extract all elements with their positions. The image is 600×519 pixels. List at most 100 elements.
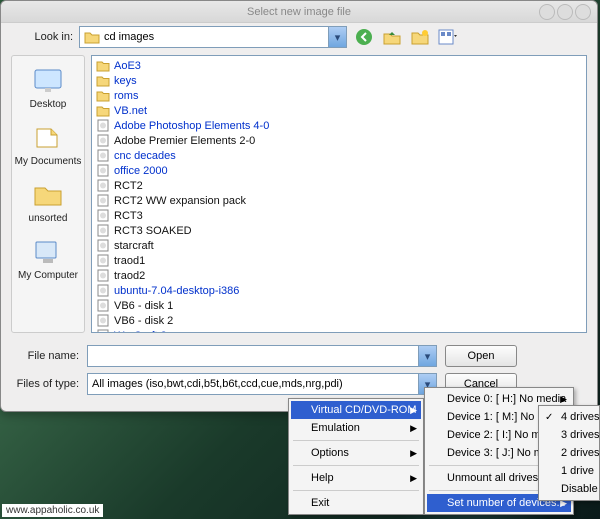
sidebar-item-computer[interactable]: My Computer xyxy=(14,233,82,284)
file-name: cnc decades xyxy=(114,150,176,162)
file-item[interactable]: WarCraft 3 xyxy=(94,328,584,333)
view-mode-button[interactable] xyxy=(437,26,459,48)
chevron-down-icon[interactable]: ▾ xyxy=(418,346,436,366)
dialog-title: Select new image file xyxy=(247,6,351,18)
menu-item[interactable]: Options▶ xyxy=(291,444,421,462)
file-item[interactable]: traod1 xyxy=(94,253,584,268)
menu-item[interactable]: 2 drives xyxy=(541,444,597,462)
folder-icon xyxy=(96,104,110,118)
files-of-type-combo[interactable]: All images (iso,bwt,cdi,b5t,b6t,ccd,cue,… xyxy=(87,373,437,395)
menu-item[interactable]: ✓4 drives xyxy=(541,408,597,426)
file-item[interactable]: VB6 - disk 1 xyxy=(94,298,584,313)
file-name: traod2 xyxy=(114,270,145,282)
documents-icon xyxy=(32,122,64,154)
look-in-value: cd images xyxy=(104,31,154,43)
file-name: VB6 - disk 2 xyxy=(114,315,173,327)
menu-item-label: Virtual CD/DVD-ROM xyxy=(311,404,417,416)
file-item[interactable]: RCT2 xyxy=(94,178,584,193)
disc-image-icon xyxy=(96,254,110,268)
menu-item[interactable]: Emulation▶ xyxy=(291,419,421,437)
menu-separator xyxy=(293,440,419,441)
file-name: traod1 xyxy=(114,255,145,267)
check-icon: ✓ xyxy=(545,412,553,423)
file-item[interactable]: cnc decades xyxy=(94,148,584,163)
file-name: VB6 - disk 1 xyxy=(114,300,173,312)
menu-item-label: Help xyxy=(311,472,334,484)
sidebar-item-desktop[interactable]: Desktop xyxy=(14,62,82,113)
menu-item[interactable]: Exit xyxy=(291,494,421,512)
menu-item-label: 2 drives xyxy=(561,447,600,459)
files-of-type-label: Files of type: xyxy=(11,378,79,390)
file-item[interactable]: keys xyxy=(94,73,584,88)
file-name: keys xyxy=(114,75,137,87)
sidebar-item-label: My Computer xyxy=(14,270,82,281)
disc-image-icon xyxy=(96,119,110,133)
titlebar[interactable]: Select new image file xyxy=(1,1,597,23)
file-list[interactable]: AoE3 keys roms VB.net Adobe Photoshop Elemen… xyxy=(91,55,587,333)
menu-item[interactable]: Disable xyxy=(541,480,597,498)
tray-context-menu[interactable]: Virtual CD/DVD-ROM▶Emulation▶Options▶Hel… xyxy=(288,398,424,515)
file-name: AoE3 xyxy=(114,60,141,72)
file-item[interactable]: office 2000 xyxy=(94,163,584,178)
menu-item[interactable]: 1 drive xyxy=(541,462,597,480)
look-in-label: Look in: xyxy=(11,31,73,43)
file-name: Adobe Photoshop Elements 4-0 xyxy=(114,120,269,132)
sidebar-item-documents[interactable]: My Documents xyxy=(14,119,82,170)
open-button[interactable]: Open xyxy=(445,345,517,367)
chevron-down-icon[interactable]: ▾ xyxy=(328,27,346,47)
close-button[interactable] xyxy=(575,4,591,20)
file-name-label: File name: xyxy=(11,350,79,362)
file-item[interactable]: Adobe Premier Elements 2-0 xyxy=(94,133,584,148)
desktop-icon xyxy=(32,65,64,97)
sidebar-item-label: Desktop xyxy=(14,99,82,110)
up-button[interactable] xyxy=(381,26,403,48)
file-item[interactable]: RCT3 SOAKED xyxy=(94,223,584,238)
file-name: roms xyxy=(114,90,138,102)
menu-item-label: 3 drives xyxy=(561,429,600,441)
file-name: RCT3 xyxy=(114,210,143,222)
look-in-combo[interactable]: cd images ▾ xyxy=(79,26,347,48)
minimize-button[interactable] xyxy=(539,4,555,20)
file-item[interactable]: traod2 xyxy=(94,268,584,283)
menu-item-label: Options xyxy=(311,447,349,459)
disc-image-icon xyxy=(96,209,110,223)
folder-icon xyxy=(96,89,110,103)
file-item[interactable]: ubuntu-7.04-desktop-i386 xyxy=(94,283,584,298)
menu-item-label: 1 drive xyxy=(561,465,594,477)
folder-icon xyxy=(32,179,64,211)
disc-image-icon xyxy=(96,299,110,313)
file-item[interactable]: VB6 - disk 2 xyxy=(94,313,584,328)
watermark: www.appaholic.co.uk xyxy=(2,504,103,517)
toolbar: Look in: cd images ▾ xyxy=(1,23,597,51)
folder-open-icon xyxy=(84,30,100,44)
device-count-submenu[interactable]: ✓4 drives 3 drives 2 drives 1 drive Disable xyxy=(538,405,600,501)
disc-image-icon xyxy=(96,224,110,238)
menu-item[interactable]: 3 drives xyxy=(541,426,597,444)
menu-item-label: Device 0: [ H:] No media xyxy=(447,393,566,405)
file-item[interactable]: roms xyxy=(94,88,584,103)
places-sidebar: Desktop My Documents unsorted My Compute… xyxy=(11,55,85,333)
file-item[interactable]: starcraft xyxy=(94,238,584,253)
menu-item[interactable]: Virtual CD/DVD-ROM▶ xyxy=(291,401,421,419)
folder-icon xyxy=(96,59,110,73)
menu-item[interactable]: Help▶ xyxy=(291,469,421,487)
file-item[interactable]: VB.net xyxy=(94,103,584,118)
file-name: VB.net xyxy=(114,105,147,117)
maximize-button[interactable] xyxy=(557,4,573,20)
sidebar-item-unsorted[interactable]: unsorted xyxy=(14,176,82,227)
file-item[interactable]: RCT2 WW expansion pack xyxy=(94,193,584,208)
file-item[interactable]: AoE3 xyxy=(94,58,584,73)
file-item[interactable]: Adobe Photoshop Elements 4-0 xyxy=(94,118,584,133)
menu-item-label: Exit xyxy=(311,497,329,509)
submenu-arrow-icon: ▶ xyxy=(410,423,417,434)
file-item[interactable]: RCT3 xyxy=(94,208,584,223)
file-name: RCT2 WW expansion pack xyxy=(114,195,246,207)
back-button[interactable] xyxy=(353,26,375,48)
file-name-input[interactable]: ▾ xyxy=(87,345,437,367)
submenu-arrow-icon: ▶ xyxy=(560,394,567,405)
file-name: WarCraft 3 xyxy=(114,330,167,334)
new-folder-button[interactable] xyxy=(409,26,431,48)
disc-image-icon xyxy=(96,194,110,208)
file-name: RCT2 xyxy=(114,180,143,192)
file-name: office 2000 xyxy=(114,165,168,177)
